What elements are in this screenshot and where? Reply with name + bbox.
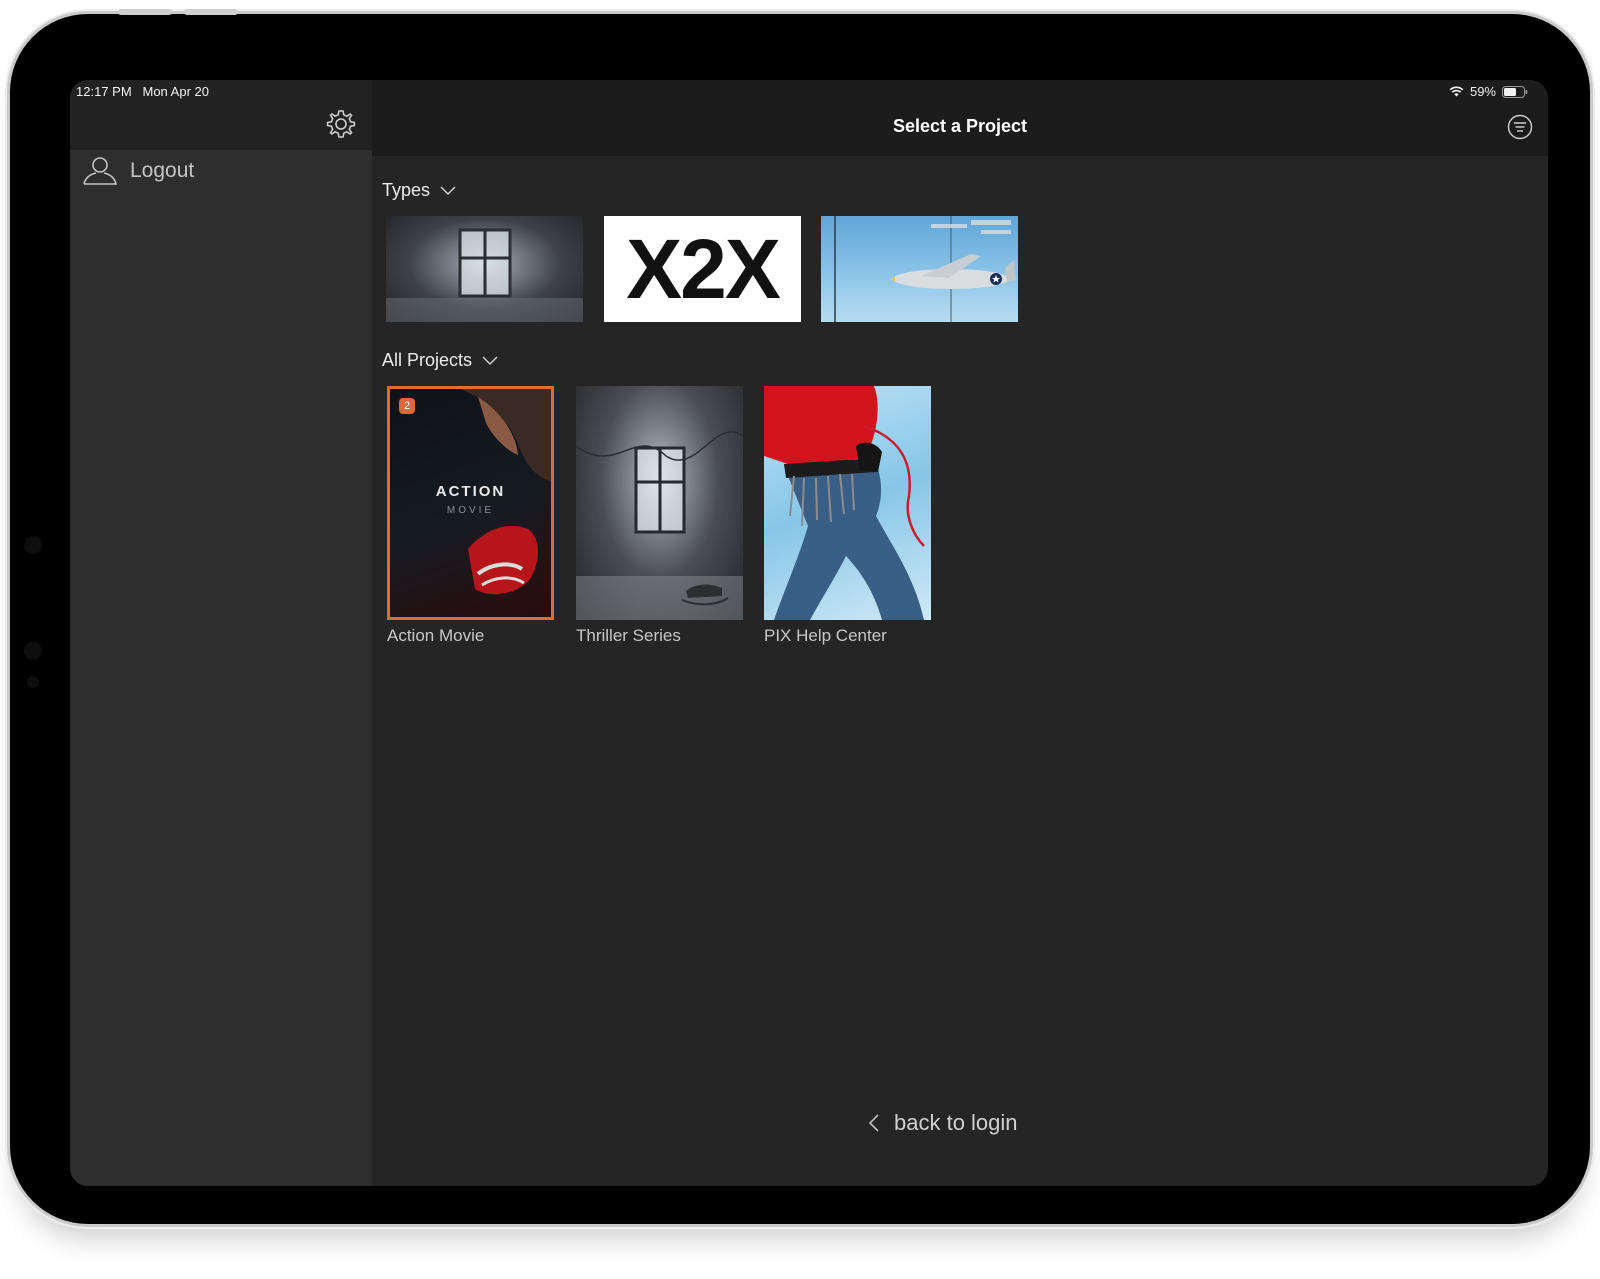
airplane-image: [834, 216, 1016, 322]
window-image: [386, 228, 583, 322]
logout-button[interactable]: Logout: [82, 156, 194, 186]
page-title: Select a Project: [892, 116, 1028, 136]
project-card-action-movie[interactable]: 2 ACTION MOVIE: [387, 386, 554, 620]
logout-label: Logout: [130, 159, 195, 182]
climber-poster-art: [764, 386, 925, 620]
status-date: Mon Apr 20: [142, 84, 210, 99]
sensor-dot: [24, 642, 42, 660]
all-projects-dropdown[interactable]: All Projects: [382, 350, 498, 371]
types-dropdown[interactable]: Types: [382, 180, 456, 201]
all-projects-label: All Projects: [382, 350, 473, 370]
hardware-button: [184, 9, 238, 15]
ipad-frame: 12:17 PM Mon Apr 20 59% Logout Select a …: [10, 14, 1590, 1224]
user-icon: [83, 157, 118, 185]
filter-icon[interactable]: [1507, 114, 1533, 140]
x2x-logo: X2X: [626, 221, 781, 316]
battery-icon: [1502, 85, 1528, 98]
battery-percent: 59%: [1469, 84, 1496, 99]
chevron-left-icon: [868, 1114, 879, 1132]
app-screen: 12:17 PM Mon Apr 20 59% Logout Select a …: [70, 80, 1548, 1186]
notification-badge: 2: [399, 398, 415, 414]
type-thumbnail-x2x[interactable]: X2X: [604, 216, 801, 322]
back-to-login-button[interactable]: back to login: [868, 1110, 1018, 1136]
sidebar: [70, 80, 372, 1186]
action-poster-art: [460, 389, 551, 595]
sensor-dot-small: [27, 676, 39, 688]
project-name: Action Movie: [387, 626, 485, 645]
type-thumbnail-airplane[interactable]: [821, 216, 1018, 322]
types-label: Types: [382, 180, 431, 200]
project-name: Thriller Series: [576, 626, 681, 645]
status-bar-right: 59%: [1449, 84, 1528, 99]
status-time: 12:17 PM: [76, 84, 132, 99]
project-name: PIX Help Center: [764, 626, 887, 645]
wifi-icon: [1449, 86, 1464, 97]
project-card-thriller-series[interactable]: [576, 386, 743, 620]
poster-title: ACTION: [435, 483, 506, 500]
type-thumbnail-window[interactable]: [386, 216, 583, 322]
hardware-button: [118, 9, 172, 15]
gear-icon[interactable]: [325, 108, 357, 140]
thriller-poster-art: [576, 431, 743, 620]
status-bar-left: 12:17 PM Mon Apr 20: [76, 84, 209, 99]
poster-subtitle: MOVIE: [446, 505, 495, 516]
chevron-down-icon: [440, 185, 456, 195]
chevron-down-icon: [482, 355, 498, 365]
project-card-pix-help-center[interactable]: [764, 386, 931, 620]
camera-dot: [24, 536, 42, 554]
back-to-login-label: back to login: [894, 1110, 1018, 1135]
